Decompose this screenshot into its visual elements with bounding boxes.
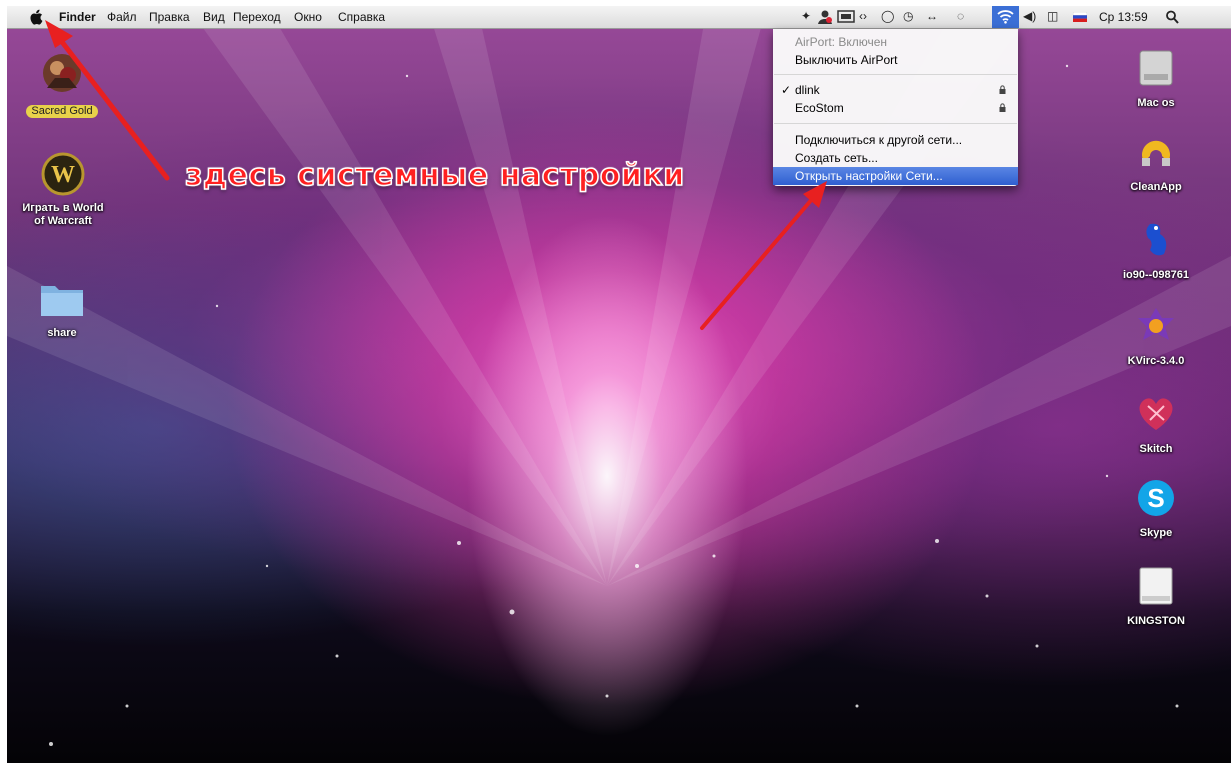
arrow-to-network-preferences	[700, 181, 827, 330]
desktop: Finder Файл Правка Вид Переход Окно Спра…	[7, 6, 1231, 763]
annotation-text: здесь системные настройки	[184, 157, 685, 194]
arrow-to-apple-menu	[45, 20, 170, 181]
annotation-arrows	[45, 20, 827, 330]
